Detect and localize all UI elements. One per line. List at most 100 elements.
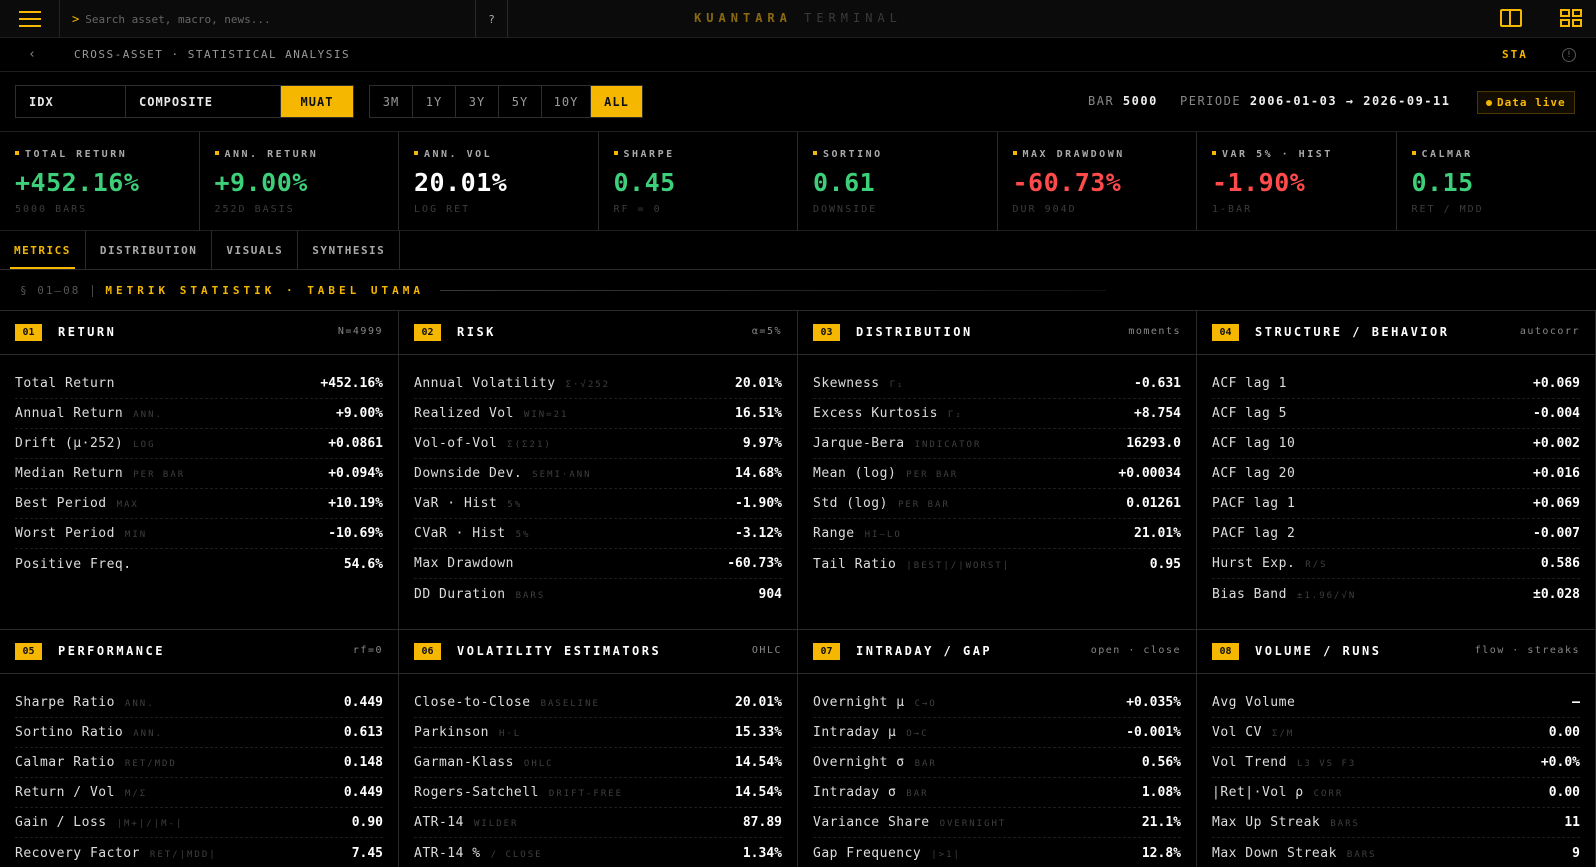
metric-value: 9.97%	[742, 436, 782, 451]
metric-name: Positive Freq.	[15, 556, 132, 572]
range-5y[interactable]: 5Y	[499, 86, 542, 117]
metric-name: PACF lag 1	[1212, 496, 1296, 511]
metric-name: Annual Volatility	[414, 376, 556, 391]
bar-count-value: 5000	[1122, 94, 1158, 108]
metric-value: -0.004	[1533, 406, 1580, 421]
metric-label: Intraday σ BAR	[813, 785, 929, 800]
metric-name: Excess Kurtosis	[813, 406, 938, 421]
metric-label: DD Duration BARS	[414, 587, 545, 602]
kpi-label: ANN. VOL	[414, 149, 492, 160]
metric-row: DD Duration BARS 904	[414, 579, 782, 609]
metric-value: +0.069	[1533, 496, 1580, 511]
metric-row: Tail Ratio |BEST|/|WORST| 0.95	[813, 549, 1181, 579]
tab-distribution[interactable]: DISTRIBUTION	[86, 231, 213, 269]
metric-name: VaR · Hist	[414, 496, 498, 511]
kpi-value: 20.01%	[414, 168, 508, 197]
kpi-total-return: TOTAL RETURN +452.16% 5000 BARS	[0, 132, 200, 231]
kpi-ann-return: ANN. RETURN +9.00% 252D BASIS	[200, 132, 399, 231]
section-rule	[440, 290, 1106, 291]
kpi-label: MAX DRAWDOWN	[1013, 149, 1125, 160]
metric-label: Positive Freq.	[15, 557, 132, 572]
load-button[interactable]: MUAT	[281, 86, 353, 117]
panel-intraday-gap: 07 INTRADAY / GAP open · close Overnight μ C…	[798, 629, 1197, 867]
grid-layout-icon[interactable]	[1560, 9, 1582, 27]
metric-hint: ±1.96/√N	[1296, 590, 1357, 601]
metric-label: |Ret|·Vol ρ CORR	[1212, 785, 1343, 800]
metric-row: Overnight σ BAR 0.56%	[813, 748, 1181, 778]
metric-label: Recovery Factor RET/|MDD|	[15, 846, 217, 861]
panel-title: STRUCTURE / BEHAVIOR	[1255, 325, 1450, 339]
panel-tag: open · close	[1090, 645, 1181, 656]
metric-hint: Γ₂	[947, 410, 963, 420]
period-range: PERIODE 2006-01-03 → 2026-09-11	[1180, 94, 1450, 108]
metric-value: 20.01%	[735, 695, 782, 710]
metric-label: VaR · Hist 5%	[414, 496, 522, 511]
kpi-calmar: CALMAR 0.15 RET / MDD	[1397, 132, 1596, 231]
kpi-strip: TOTAL RETURN +452.16% 5000 BARS ANN. RET…	[0, 132, 1596, 231]
split-layout-icon[interactable]	[1500, 9, 1522, 27]
metric-value: 14.68%	[735, 466, 782, 481]
metric-name: Realized Vol	[414, 406, 514, 421]
metric-hint: PER BAR	[897, 500, 950, 510]
asset-symbol-field[interactable]: COMPOSITE	[126, 86, 281, 117]
metric-row: Sharpe Ratio ANN. 0.449	[15, 688, 383, 718]
kpi-value: 0.45	[613, 168, 676, 197]
metric-value: 21.01%	[1134, 526, 1181, 541]
metric-list: ACF lag 1 +0.069 ACF lag 5 -0.004 ACF lag 10…	[1197, 355, 1595, 609]
metric-name: ACF lag 5	[1212, 406, 1287, 421]
metric-hint: M/Σ	[124, 789, 148, 799]
metric-row: Intraday μ O→C -0.001%	[813, 718, 1181, 748]
metric-name: Intraday μ	[813, 725, 897, 740]
metric-name: DD Duration	[414, 586, 506, 602]
metric-label: Max Up Streak BARS	[1212, 815, 1360, 830]
kpi-sortino: SORTINO 0.61 DOWNSIDE	[798, 132, 998, 231]
bar-count-label: BAR	[1088, 94, 1115, 108]
metric-value: 0.00	[1548, 785, 1580, 800]
range-selector: 3M 1Y 3Y 5Y 10Y ALL	[369, 85, 643, 118]
metric-row: Annual Return ANN. +9.00%	[15, 399, 383, 429]
info-icon[interactable]: !	[1562, 48, 1576, 62]
range-3m[interactable]: 3M	[370, 86, 413, 117]
metric-name: Avg Volume	[1212, 695, 1296, 710]
metric-hint: Γ₁	[889, 380, 905, 390]
range-10y[interactable]: 10Y	[542, 86, 591, 117]
metric-hint: WIN=21	[523, 410, 569, 420]
metric-list: Avg Volume — Vol CV Σ/M 0.00 Vol Trend L3 VS F…	[1197, 674, 1595, 867]
search-input[interactable]	[85, 12, 466, 26]
metric-label: Gain / Loss |M+|/|M-|	[15, 815, 183, 830]
metric-name: Tail Ratio	[813, 556, 897, 572]
metric-name: ACF lag 20	[1212, 466, 1296, 481]
panel-volatility-estimators: 06 VOLATILITY ESTIMATORS OHLC Close-to-Clos…	[399, 629, 798, 867]
metric-name: Best Period	[15, 496, 107, 511]
metric-hint: SEMI·ANN	[532, 470, 592, 480]
kpi-sub: 5000 BARS	[15, 204, 88, 215]
tab-metrics[interactable]: METRICS	[0, 231, 86, 269]
metric-list: Skewness Γ₁ -0.631 Excess Kurtosis Γ₂ +8.754 J…	[798, 355, 1196, 579]
range-all[interactable]: ALL	[591, 86, 642, 117]
metric-hint: BAR	[906, 789, 929, 799]
tab-synthesis[interactable]: SYNTHESIS	[298, 231, 401, 269]
range-1y[interactable]: 1Y	[413, 86, 456, 117]
tab-visuals[interactable]: VISUALS	[212, 231, 299, 269]
asset-class-field[interactable]: IDX	[16, 86, 126, 117]
breadcrumb-bar: ‹ CROSS-ASSET · STATISTICAL ANALYSIS STA…	[0, 38, 1596, 72]
module-code: STA	[1502, 48, 1528, 61]
back-chevron-icon[interactable]: ‹	[22, 44, 42, 64]
metric-name: Gain / Loss	[15, 815, 107, 830]
range-3y[interactable]: 3Y	[456, 86, 499, 117]
kpi-ann-vol: ANN. VOL 20.01% LOG RET	[399, 132, 599, 231]
metric-hint: Σ·√252	[565, 380, 611, 390]
metric-list: Annual Volatility Σ·√252 20.01% Realized Vo…	[399, 355, 797, 609]
metric-hint: DRIFT-FREE	[548, 789, 624, 799]
metric-value: +10.19%	[328, 496, 383, 511]
metric-row: Median Return PER BAR +0.094%	[15, 459, 383, 489]
help-button[interactable]: ?	[476, 0, 508, 38]
metric-value: +0.002	[1533, 436, 1580, 451]
panel-header: 01 RETURN N=4999	[0, 311, 398, 355]
kpi-label: TOTAL RETURN	[15, 149, 127, 160]
menu-button[interactable]	[0, 0, 60, 38]
controls-bar: IDX COMPOSITE MUAT 3M 1Y 3Y 5Y 10Y ALL B…	[0, 72, 1596, 132]
search-box[interactable]: >	[60, 0, 476, 38]
metric-hint: |M+|/|M-|	[116, 819, 184, 829]
panel-title: RETURN	[58, 325, 117, 339]
